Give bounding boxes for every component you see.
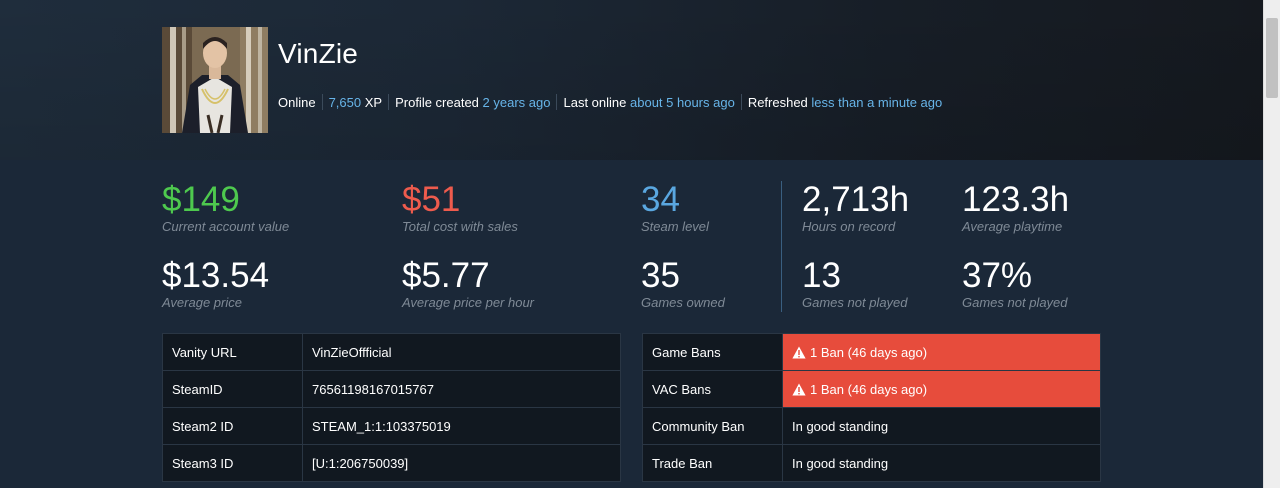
bans-table: Game Bans 1 Ban (46 days ago) VAC Bans 1…: [642, 333, 1101, 482]
table-row: Vanity URL VinZieOffficial: [162, 333, 621, 371]
stat-value: 123.3h: [962, 180, 1070, 219]
stat-games-owned: 35 Games owned: [641, 256, 725, 311]
xp-value: 7,650: [328, 94, 362, 110]
stat-label: Average playtime: [962, 219, 1063, 234]
stat-value: 37%: [962, 256, 1033, 295]
row-key: Trade Ban: [642, 444, 783, 482]
table-row: Community Ban In good standing: [642, 407, 1101, 445]
stat-value: 2,713h: [802, 180, 910, 219]
divider: [740, 94, 742, 110]
stat-account-value: $149 Current account value: [162, 180, 290, 235]
stat-hours-on-record: 2,713h Hours on record: [802, 180, 910, 235]
steam-ids-table: Vanity URL VinZieOffficial SteamID 76561…: [162, 333, 621, 482]
ban-status-text: 1 Ban (46 days ago): [810, 344, 928, 360]
stat-average-price-per-hour: $5.77 Average price per hour: [402, 256, 535, 311]
row-key: SteamID: [162, 370, 303, 408]
stat-value: $149: [162, 180, 240, 219]
stat-average-playtime: 123.3h Average playtime: [962, 180, 1070, 235]
stat-label: Steam level: [641, 219, 709, 234]
stat-value: $51: [402, 180, 461, 219]
stat-label: Current account value: [162, 219, 290, 234]
row-value[interactable]: STEAM_1:1:103375019: [302, 407, 621, 445]
table-row: VAC Bans 1 Ban (46 days ago): [642, 370, 1101, 408]
stat-label: Total cost with sales: [402, 219, 518, 234]
avatar: [162, 27, 268, 133]
page-scrollbar[interactable]: [1263, 0, 1280, 488]
stat-value: 13: [802, 256, 841, 295]
divider: [388, 94, 390, 110]
last-online-value: about 5 hours ago: [630, 94, 735, 110]
created-label: Profile created: [395, 94, 479, 110]
stat-value: $5.77: [402, 256, 490, 295]
refreshed-value: less than a minute ago: [811, 94, 943, 110]
ban-status-cell: 1 Ban (46 days ago): [782, 333, 1101, 371]
stat-label: Hours on record: [802, 219, 896, 234]
row-key: Steam2 ID: [162, 407, 303, 445]
row-key: VAC Bans: [642, 370, 783, 408]
ban-status-text: 1 Ban (46 days ago): [810, 381, 928, 397]
warning-triangle-icon: [792, 346, 806, 358]
row-value[interactable]: [U:1:206750039]: [302, 444, 621, 482]
stat-average-price: $13.54 Average price: [162, 256, 270, 311]
row-key: Community Ban: [642, 407, 783, 445]
stats-divider: [781, 181, 782, 312]
table-row: Trade Ban In good standing: [642, 444, 1101, 482]
row-value[interactable]: 76561198167015767: [302, 370, 621, 408]
stat-label: Games not played: [962, 295, 1068, 310]
stat-value: $13.54: [162, 256, 270, 295]
stat-value: 34: [641, 180, 680, 219]
stat-label: Average price: [162, 295, 242, 310]
stat-games-not-played-percent: 37% Games not played: [962, 256, 1068, 311]
last-online-label: Last online: [563, 94, 627, 110]
profile-meta: Online 7,650 XP Profile created 2 years …: [278, 94, 942, 110]
divider: [556, 94, 558, 110]
row-key: Game Bans: [642, 333, 783, 371]
username: VinZie: [278, 38, 359, 69]
refreshed-label: Refreshed: [747, 94, 808, 110]
table-row: SteamID 76561198167015767: [162, 370, 621, 408]
ban-status-cell: 1 Ban (46 days ago): [782, 370, 1101, 408]
stat-label: Games owned: [641, 295, 725, 310]
stat-games-not-played-count: 13 Games not played: [802, 256, 908, 311]
stat-steam-level: 34 Steam level: [641, 180, 709, 235]
table-row: Steam2 ID STEAM_1:1:103375019: [162, 407, 621, 445]
stat-label: Games not played: [802, 295, 908, 310]
row-value[interactable]: VinZieOffficial: [302, 333, 621, 371]
table-row: Steam3 ID [U:1:206750039]: [162, 444, 621, 482]
ban-status-text: In good standing: [782, 444, 1101, 482]
stat-total-cost: $51 Total cost with sales: [402, 180, 518, 235]
divider: [321, 94, 323, 110]
xp-label: XP: [364, 94, 383, 110]
row-key: Vanity URL: [162, 333, 303, 371]
ban-status-text: In good standing: [782, 407, 1101, 445]
warning-triangle-icon: [792, 383, 806, 395]
stat-value: 35: [641, 256, 680, 295]
scrollbar-thumb[interactable]: [1266, 18, 1278, 98]
row-key: Steam3 ID: [162, 444, 303, 482]
created-value: 2 years ago: [482, 94, 551, 110]
table-row: Game Bans 1 Ban (46 days ago): [642, 333, 1101, 371]
stat-label: Average price per hour: [402, 295, 535, 310]
online-status: Online: [278, 94, 316, 110]
